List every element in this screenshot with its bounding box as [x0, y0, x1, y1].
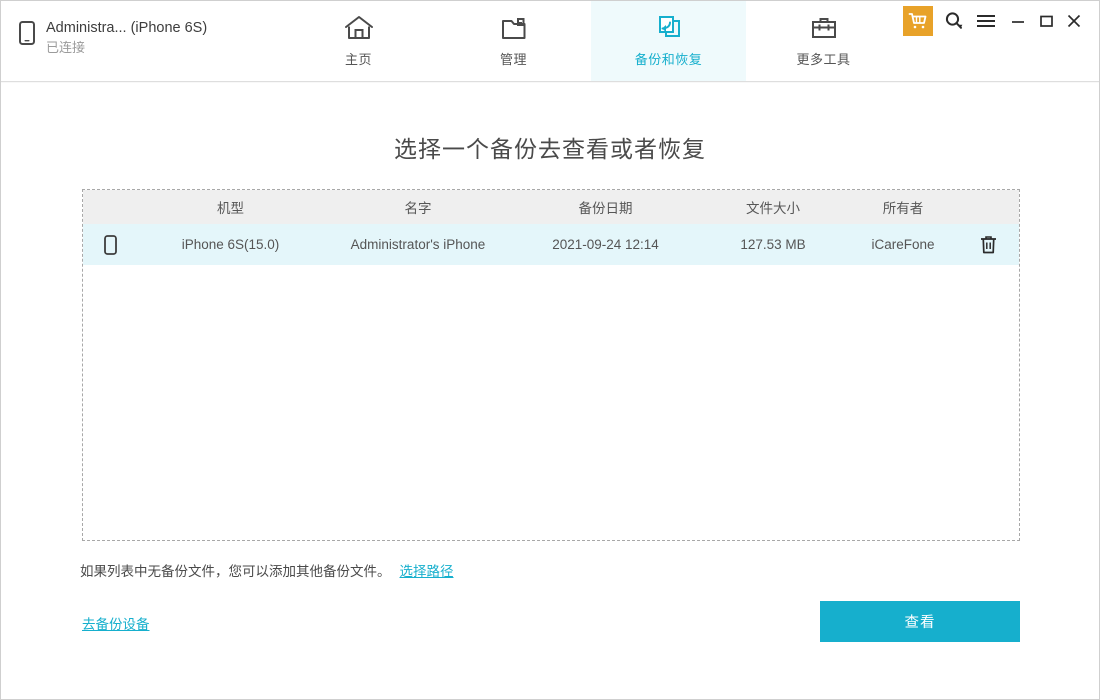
toolbox-icon [809, 14, 839, 42]
cart-icon[interactable] [903, 6, 933, 36]
cell-owner: iCareFone [871, 237, 935, 252]
tab-home[interactable]: 主页 [281, 1, 436, 81]
add-backup-hint: 如果列表中无备份文件，您可以添加其他备份文件。 选择路径 [80, 560, 454, 580]
home-icon [344, 14, 374, 42]
main-navigation-tabs: 主页 管理 备份和恢复 更多工具 [281, 1, 901, 81]
backup-list-panel: 机型 名字 备份日期 文件大小 所有者 iPhone 6S(15.0) Admi… [82, 189, 1020, 541]
connected-device-info[interactable]: Administra... (iPhone 6S) 已连接 [1, 1, 281, 81]
phone-icon [19, 21, 35, 50]
tab-backup-restore[interactable]: 备份和恢复 [591, 1, 746, 81]
page-title: 选择一个备份去查看或者恢复 [394, 136, 706, 162]
go-backup-device-link[interactable]: 去备份设备 [82, 613, 150, 633]
tab-more-tools[interactable]: 更多工具 [746, 1, 901, 81]
backup-restore-icon [654, 14, 684, 42]
minimize-icon[interactable] [1005, 6, 1031, 36]
device-name: Administra... (iPhone 6S) [46, 20, 208, 36]
view-button[interactable]: 查看 [820, 601, 1020, 642]
main-content: 选择一个备份去查看或者恢复 机型 名字 备份日期 文件大小 所有者 iPhone… [1, 83, 1099, 699]
column-header-name: 名字 [404, 201, 432, 216]
cell-size: 127.53 MB [740, 237, 806, 252]
search-icon[interactable] [941, 6, 967, 36]
table-row[interactable]: iPhone 6S(15.0) Administrator's iPhone 2… [83, 224, 1019, 265]
trash-icon [981, 236, 996, 254]
maximize-icon[interactable] [1033, 6, 1059, 36]
tab-more-tools-label: 更多工具 [796, 52, 851, 67]
row-device-icon [83, 234, 138, 255]
device-text-group: Administra... (iPhone 6S) 已连接 [46, 19, 207, 56]
window-controls-group [903, 1, 1089, 41]
application-window: Administra... (iPhone 6S) 已连接 主页 管理 备份和恢… [0, 0, 1100, 700]
column-header-size: 文件大小 [746, 201, 800, 216]
tab-manage-label: 管理 [499, 52, 527, 67]
column-header-date: 备份日期 [578, 201, 633, 216]
close-icon[interactable] [1061, 6, 1087, 36]
app-header: Administra... (iPhone 6S) 已连接 主页 管理 备份和恢… [1, 1, 1099, 85]
delete-backup-button[interactable] [958, 235, 1019, 254]
hamburger-menu-icon[interactable] [973, 6, 999, 36]
hint-text: 如果列表中无备份文件，您可以添加其他备份文件。 [80, 564, 391, 579]
tab-manage[interactable]: 管理 [436, 1, 591, 81]
table-header-row: 机型 名字 备份日期 文件大小 所有者 [83, 190, 1019, 224]
device-status: 已连接 [46, 40, 86, 55]
tab-home-label: 主页 [344, 52, 372, 67]
cell-date: 2021-09-24 12:14 [552, 237, 659, 252]
select-path-link[interactable]: 选择路径 [400, 560, 454, 580]
column-header-model: 机型 [217, 201, 244, 216]
tab-backup-restore-label: 备份和恢复 [634, 52, 703, 67]
cell-model: iPhone 6S(15.0) [181, 237, 280, 252]
cell-name: Administrator's iPhone [350, 237, 486, 252]
folder-icon [499, 14, 529, 42]
column-header-owner: 所有者 [882, 201, 924, 216]
